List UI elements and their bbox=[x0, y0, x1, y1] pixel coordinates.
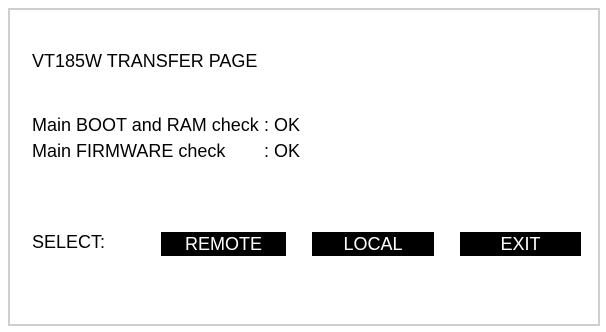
firmware-check-status: : OK bbox=[264, 141, 301, 161]
select-label: SELECT: bbox=[32, 232, 106, 252]
page-title: VT185W TRANSFER PAGE bbox=[32, 51, 258, 71]
remote-button[interactable]: REMOTE bbox=[161, 232, 286, 256]
boot-ram-check-label: Main BOOT and RAM check bbox=[32, 115, 259, 135]
transfer-page-panel: VT185W TRANSFER PAGE Main BOOT and RAM c… bbox=[8, 8, 600, 326]
exit-button[interactable]: EXIT bbox=[460, 232, 581, 256]
local-button[interactable]: LOCAL bbox=[312, 232, 434, 256]
boot-ram-check-status: : OK bbox=[264, 115, 301, 135]
firmware-check-label: Main FIRMWARE check bbox=[32, 141, 226, 161]
